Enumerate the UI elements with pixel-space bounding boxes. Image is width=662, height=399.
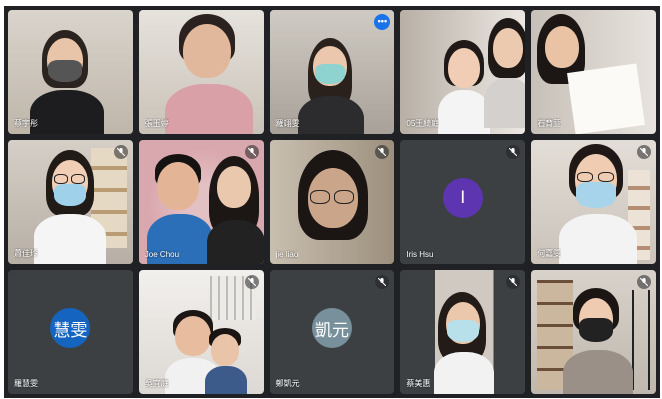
participant-tile[interactable]: 慧雯 羅慧雯 [8,270,133,394]
participant-name: Iris Hsu [406,250,434,259]
participant-tile[interactable]: Joe Chou [138,140,264,264]
mic-off-icon [637,145,651,159]
participant-name: 蔡宇彤 [14,119,38,128]
participant-name: jie liao [275,250,299,259]
participant-figure [30,30,106,134]
participant-name: 何嘉雯 [537,249,562,258]
meeting-stage: 蔡宇彤 張玉婷 ••• 羅翊雯 05王綺庭 石育萱 蕭佳玲 Joe Chou j… [4,6,660,398]
mic-off-icon [506,145,521,159]
mic-off-icon [637,275,651,289]
mic-off-icon [113,145,128,159]
participant-figure [146,154,213,264]
participant-tile[interactable]: 05王綺庭 [400,10,526,134]
participant-figure [484,18,526,134]
mic-off-icon [375,275,390,289]
participant-name: 鄭凱元 [275,379,300,388]
easel [632,290,650,390]
mic-off-icon [244,275,259,289]
participant-figure [434,292,495,394]
participant-tile[interactable]: I Iris Hsu [400,140,526,264]
participant-name: Joe Chou [144,250,180,259]
participant-name: 羅慧雯 [14,379,38,388]
participant-tile[interactable]: 何嘉雯 [531,140,656,264]
participant-avatar: I [442,178,483,218]
participant-name: 蕭佳玲 [14,249,38,258]
participant-figure [297,38,364,134]
participant-tile[interactable]: 蕭佳玲 [8,140,133,264]
participant-tile-active[interactable]: ••• 羅翊雯 [269,10,395,134]
participant-tile[interactable] [531,270,656,394]
participant-figure [164,14,253,134]
participant-name: 石育萱 [537,119,562,128]
participant-tile[interactable]: 張玉婷 [138,10,264,134]
participant-name: 蔡美惠 [406,379,431,388]
participant-tile[interactable]: 吳宜庭 [138,270,264,394]
mic-off-icon [244,145,259,159]
participant-name: 張玉婷 [144,119,169,128]
participant-tile[interactable]: 蔡美惠 [400,270,526,394]
participant-avatar: 慧雯 [50,308,91,348]
participant-figure [206,156,264,264]
participant-figure [559,144,638,264]
participant-figure [204,328,247,394]
participant-name: 吳宜庭 [144,379,169,388]
participant-tile[interactable]: 石育萱 [531,10,656,134]
participant-figure [563,288,634,394]
participant-figure [296,150,376,264]
participant-figure [34,150,106,264]
participant-tile[interactable]: jie liao [269,140,395,264]
participant-name: 羅翊雯 [275,119,300,128]
participant-name: 05王綺庭 [406,119,440,128]
paper-sheet [567,63,646,134]
participant-avatar: 凱元 [311,308,352,348]
participant-tile[interactable]: 蔡宇彤 [8,10,133,134]
participant-grid: 蔡宇彤 張玉婷 ••• 羅翊雯 05王綺庭 石育萱 蕭佳玲 Joe Chou j… [8,10,656,394]
participant-tile[interactable]: 凱元 鄭凱元 [269,270,395,394]
